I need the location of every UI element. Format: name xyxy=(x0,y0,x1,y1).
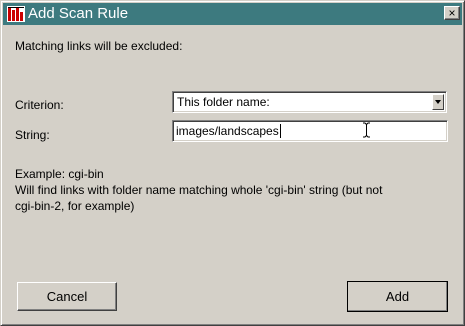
example-description-line2: cgi-bin-2, for example) xyxy=(15,199,135,213)
example-description-line1: Will find links with folder name matchin… xyxy=(15,183,383,197)
string-input[interactable]: images/landscapes xyxy=(172,120,448,142)
criterion-selected-value: This folder name: xyxy=(177,95,270,109)
add-scan-rule-dialog: Add Scan Rule × Matching links will be e… xyxy=(0,0,465,326)
add-button[interactable]: Add xyxy=(347,281,448,312)
string-label: String: xyxy=(15,128,50,142)
criterion-select[interactable]: This folder name: xyxy=(172,91,447,113)
string-input-value: images/landscapes xyxy=(176,124,281,138)
criterion-label: Criterion: xyxy=(15,98,64,112)
intro-text: Matching links will be excluded: xyxy=(15,39,183,53)
title-bar[interactable]: Add Scan Rule × xyxy=(3,3,462,25)
window-title: Add Scan Rule xyxy=(28,5,129,22)
chevron-down-icon[interactable] xyxy=(432,94,444,110)
close-button[interactable]: × xyxy=(444,6,460,20)
close-icon: × xyxy=(448,6,456,20)
bar-chart-icon xyxy=(7,6,25,22)
text-cursor-icon xyxy=(363,122,370,138)
cancel-button[interactable]: Cancel xyxy=(17,282,117,311)
example-title: Example: cgi-bin xyxy=(15,167,104,181)
